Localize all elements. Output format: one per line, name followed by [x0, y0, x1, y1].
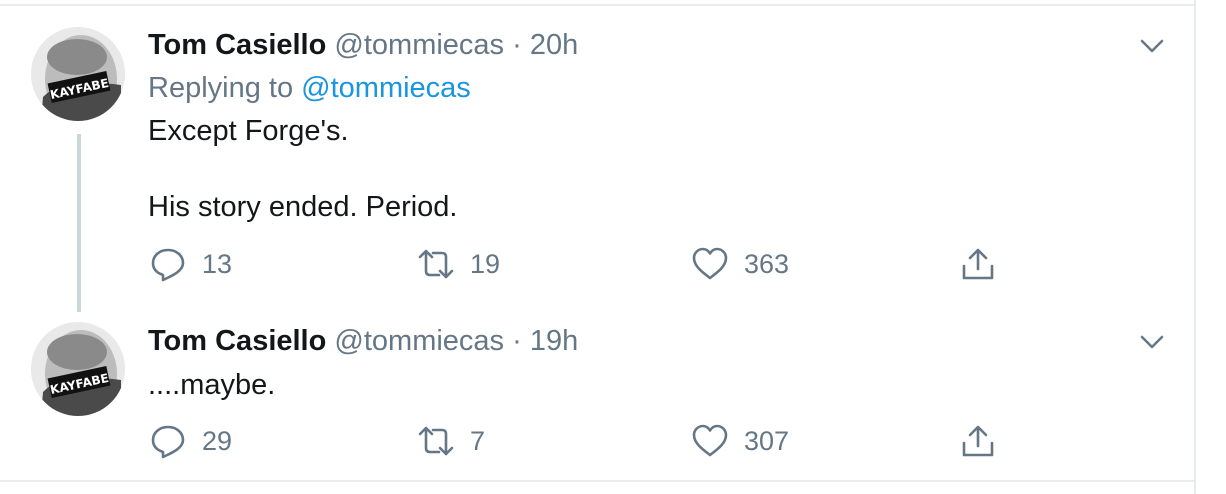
separator: ·: [512, 325, 522, 357]
tweet-text-line: His story ended. Period.: [148, 191, 458, 223]
retweet-icon: [418, 249, 454, 279]
tweet-header: Tom Casiello @tommiecas · 19h: [148, 323, 578, 359]
separator: ·: [512, 29, 522, 61]
heart-icon: [692, 247, 728, 280]
avatar-image: KAYFABE: [31, 27, 125, 121]
reply-count: 29: [202, 425, 233, 456]
like-count: 363: [744, 248, 790, 279]
divider: [0, 480, 1196, 482]
retweet-button[interactable]: 7: [416, 421, 485, 461]
tweet-text-line: ....maybe.: [148, 369, 276, 401]
author-handle[interactable]: @tommiecas: [334, 325, 504, 357]
retweet-count: 7: [470, 425, 486, 456]
like-button[interactable]: 307: [690, 421, 789, 461]
timestamp[interactable]: 20h: [530, 29, 578, 61]
chevron-down-icon[interactable]: [1138, 36, 1166, 56]
reply-icon: [151, 248, 185, 282]
timestamp[interactable]: 19h: [530, 325, 578, 357]
avatar[interactable]: KAYFABE: [31, 322, 125, 416]
retweet-button[interactable]: 19: [416, 244, 500, 284]
chevron-down-icon[interactable]: [1138, 332, 1166, 352]
author-handle[interactable]: @tommiecas: [334, 29, 504, 61]
like-button[interactable]: 363: [690, 244, 789, 284]
reply-count: 13: [202, 248, 233, 279]
tweet-thread: KAYFABE Tom Casiello @tommiecas · 20h Re…: [0, 0, 1196, 494]
avatar-image: KAYFABE: [31, 322, 125, 416]
like-count: 307: [744, 425, 790, 456]
reply-icon: [151, 425, 185, 459]
share-button[interactable]: [958, 421, 998, 461]
avatar[interactable]: KAYFABE: [31, 27, 125, 121]
share-icon: [962, 425, 994, 457]
reply-context: Replying to @tommiecas: [148, 70, 471, 106]
reply-button[interactable]: 29: [148, 421, 232, 461]
tweet-text-line: Except Forge's.: [148, 115, 349, 147]
reply-prefix: Replying to: [148, 72, 294, 104]
thread-connector: [77, 134, 81, 312]
retweet-count: 19: [470, 248, 501, 279]
reply-button[interactable]: 13: [148, 244, 232, 284]
author-name[interactable]: Tom Casiello: [148, 325, 326, 357]
share-button[interactable]: [958, 244, 998, 284]
heart-icon: [692, 424, 728, 457]
divider: [0, 4, 1196, 6]
reply-to-link[interactable]: @tommiecas: [301, 72, 471, 104]
tweet-header: Tom Casiello @tommiecas · 20h: [148, 27, 578, 63]
retweet-icon: [418, 426, 454, 456]
author-name[interactable]: Tom Casiello: [148, 29, 326, 61]
share-icon: [962, 248, 994, 280]
